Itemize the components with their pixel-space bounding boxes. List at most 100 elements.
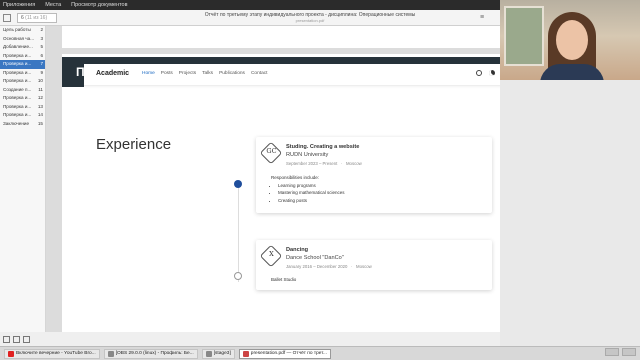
list-item: Learning programs — [278, 183, 345, 188]
card-title: Dancing — [286, 247, 309, 253]
search-icon — [476, 70, 482, 76]
outline-item-label: Заключение — [3, 120, 30, 126]
site-nav-links: Home Posts Projects Talks Publications C… — [142, 71, 267, 76]
taskbar-item-label: [stage3] — [213, 350, 231, 356]
sidebar-bottom-controls — [0, 332, 46, 346]
sidebar-toggle-icon[interactable] — [3, 14, 11, 22]
taskbar-item-label: presentation.pdf — Отчёт по трет... — [250, 350, 327, 356]
dark-mode-moon-icon — [489, 70, 495, 76]
card-body-label: Responsibilities include: — [271, 175, 320, 180]
timeline-line — [238, 182, 239, 282]
tray-workspace-1[interactable] — [605, 348, 619, 356]
nav-projects: Projects — [178, 71, 197, 76]
site-brand: Academic — [96, 70, 130, 77]
card-body-label: Ballet Studio — [271, 277, 297, 282]
list-item: Mastering mathematical sciences — [278, 190, 345, 195]
website-screenshot: Academic Home Posts Projects Talks Publi… — [84, 64, 500, 326]
page-number-value: 6 — [21, 15, 24, 21]
menu-applications[interactable]: Приложения — [3, 2, 35, 8]
sidebar-outline-item[interactable]: Добавление... 5 — [0, 43, 45, 52]
sidebar-outline-item[interactable]: Цель работы 2 — [0, 26, 45, 35]
org-logo-text: GC — [266, 147, 277, 155]
taskbar-item-pdf[interactable]: presentation.pdf — Отчёт по трет... — [238, 348, 331, 359]
outline-item-page: 10 — [37, 78, 43, 83]
outline-item-label: Цель работы — [3, 27, 31, 32]
card-location: Moscow — [356, 264, 372, 269]
outline-icon[interactable] — [13, 335, 20, 343]
youtube-icon — [8, 350, 14, 357]
outline-item-page: 9 — [40, 69, 43, 75]
sidebar-outline-item[interactable]: Проверка и... 6 — [0, 52, 45, 61]
webcam-overlay — [500, 0, 640, 80]
outline-item-page: 11 — [38, 86, 43, 92]
outline-item-page: 12 — [37, 95, 43, 100]
experience-card: X Dancing Dance School "DanCo" January 2… — [256, 240, 492, 290]
webcam-person-face — [556, 20, 588, 60]
org-logo-text: X — [269, 250, 274, 258]
taskbar-item-obs[interactable]: [OBS 29.0.0 (linux) - Профиль: Бе... — [103, 348, 198, 359]
nav-publications: Publications — [219, 71, 245, 76]
hamburger-menu-icon[interactable]: ≡ — [480, 14, 490, 22]
obs-icon — [107, 350, 114, 357]
outline-item-label: Добавление... — [3, 44, 33, 49]
outline-item-page: 3 — [40, 35, 43, 41]
outline-item-page: 6 — [40, 52, 43, 58]
annotations-icon[interactable] — [23, 335, 30, 343]
list-item: Creating posts — [278, 198, 345, 203]
outline-item-page: 2 — [40, 27, 43, 32]
outline-item-label: Проверка и... — [3, 61, 32, 66]
taskbar-item-terminal[interactable]: [stage3] — [201, 348, 235, 359]
previous-page — [62, 26, 500, 48]
card-location: Moscow — [345, 161, 362, 166]
pdf-icon — [242, 350, 249, 357]
outline-item-page: 14 — [37, 112, 43, 117]
sidebar-outline-item[interactable]: Проверка и... 10 — [0, 77, 45, 86]
site-navbar: Academic Home Posts Projects Talks Publi… — [84, 64, 500, 86]
card-meta: January 2016 – December 2020 · Moscow — [286, 264, 372, 269]
page-count-label: (11 из 16) — [25, 15, 48, 21]
outline-item-label: Создание п... — [3, 86, 32, 92]
document-viewer-toolbar: 6 (11 из 16) Отчёт по третьему этапу инд… — [0, 10, 500, 26]
card-dates: September 2023 – Present — [286, 161, 338, 166]
menu-places[interactable]: Места — [45, 2, 61, 8]
card-meta: September 2023 – Present · Moscow — [286, 161, 362, 166]
sidebar-outline-item[interactable]: Проверка и... 7 — [0, 60, 45, 69]
tray-workspace-2[interactable] — [622, 348, 636, 356]
document-filename: presentation.pdf — [295, 18, 325, 23]
webcam-person-shirt — [540, 64, 604, 80]
menu-document-viewer[interactable]: Просмотр документов — [71, 2, 127, 8]
card-title: Studing. Creating a website — [286, 144, 360, 150]
terminal-icon — [205, 350, 212, 357]
experience-heading: Experience — [96, 136, 172, 153]
card-organization: Dance School "DanCo" — [286, 255, 344, 261]
outline-item-label: Проверка и... — [3, 78, 32, 83]
sidebar-outline-item[interactable]: Проверка и... 13 — [0, 103, 45, 112]
nav-home: Home — [142, 71, 155, 76]
system-tray — [605, 348, 636, 356]
sidebar-outline-item[interactable]: Проверка и... 9 — [0, 69, 45, 78]
sidebar-outline-item[interactable]: Проверка и... 14 — [0, 111, 45, 120]
outline-item-label: Проверка и... — [3, 103, 32, 109]
outline-item-label: Проверка и... — [3, 112, 32, 117]
document-view[interactable]: Проверка изменений на сайте Academic Hom… — [46, 26, 500, 346]
sidebar-outline-item[interactable]: Заключение 15 — [0, 120, 45, 129]
outline-sidebar: Цель работы 2 Основная ча... 3 Добавление...… — [0, 26, 46, 332]
outline-item-page: 15 — [37, 120, 43, 126]
sidebar-outline-item[interactable]: Проверка и... 12 — [0, 94, 45, 103]
viewer-bottom-bar — [46, 332, 500, 346]
taskbar-item-youtube[interactable]: Включите вечерние - YouTube Bro... — [4, 348, 100, 359]
outline-item-page: 7 — [40, 61, 43, 66]
nav-posts: Posts — [160, 71, 173, 76]
taskbar-item-label: Включите вечерние - YouTube Bro... — [16, 350, 96, 356]
experience-card: GC Studing. Creating a website RUDN Univ… — [256, 137, 492, 213]
outline-item-label: Проверка и... — [3, 95, 32, 100]
card-responsibilities: Learning programs Mastering mathematical… — [278, 183, 345, 205]
sidebar-outline-item[interactable]: Основная ча... 3 — [0, 35, 45, 44]
card-dates: January 2016 – December 2020 — [286, 264, 348, 269]
taskbar-item-label: [OBS 29.0.0 (linux) - Профиль: Бе... — [115, 350, 194, 356]
page-number-input[interactable]: 6 (11 из 16) — [17, 13, 57, 23]
sidebar-outline-item[interactable]: Создание п... 11 — [0, 86, 45, 95]
taskbar: Включите вечерние - YouTube Bro... [OBS … — [0, 346, 640, 360]
thumbnails-icon[interactable] — [3, 335, 10, 343]
nav-talks: Talks — [202, 71, 214, 76]
